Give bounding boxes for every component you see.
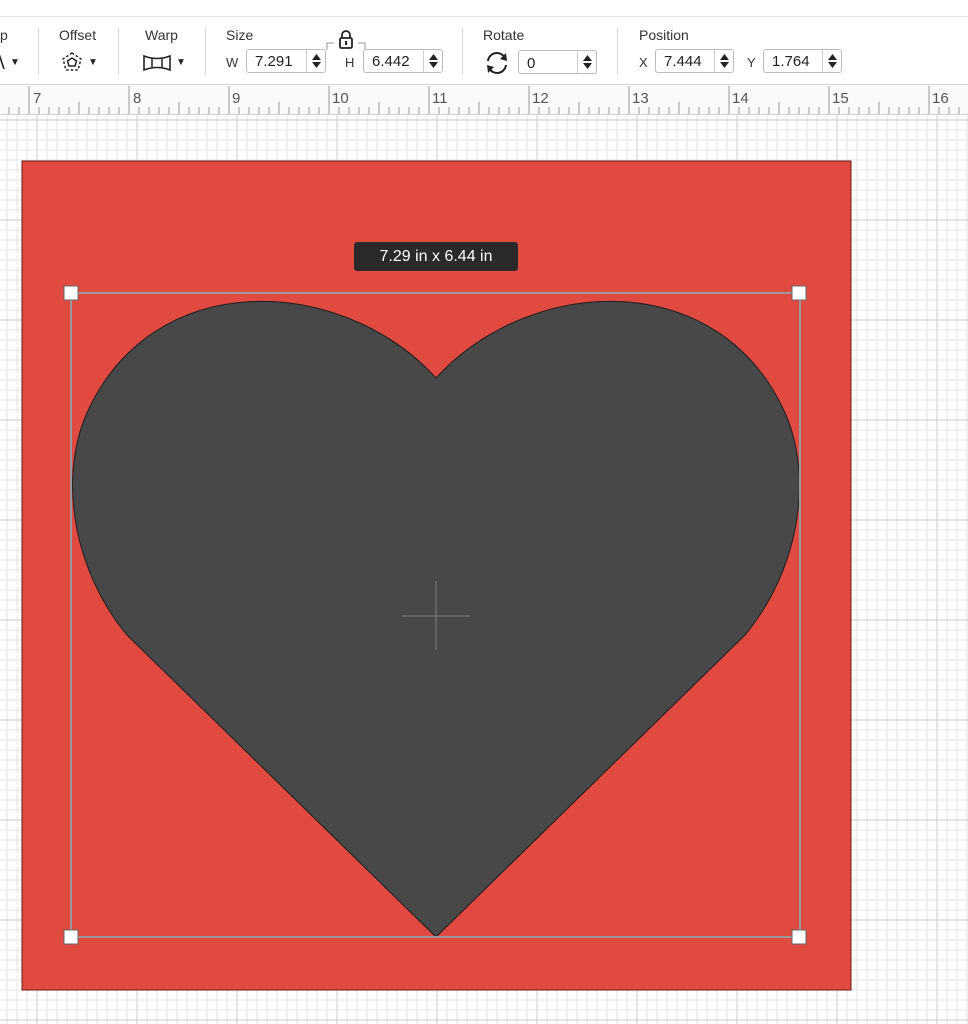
ruler-label: 14 <box>732 90 749 107</box>
resize-handle-top-left[interactable] <box>63 285 79 301</box>
position-x-value: 7.444 <box>664 53 702 70</box>
chevron-down-icon: ▼ <box>176 57 186 68</box>
ruler-label: 15 <box>832 90 849 107</box>
height-axis-label: H <box>345 55 355 70</box>
rotate-button[interactable] <box>484 51 510 75</box>
warp-label: Warp <box>145 27 178 43</box>
stepper-down-icon <box>582 63 592 69</box>
divider <box>462 27 463 75</box>
clipped-group-label: p <box>0 27 8 43</box>
ruler-label: 13 <box>632 90 649 107</box>
size-tooltip: 7.29 in x 6.44 in <box>354 242 518 271</box>
size-label: Size <box>226 27 254 43</box>
ruler-label: 11 <box>432 90 448 107</box>
window-top-strip <box>0 0 968 17</box>
rotate-value: 0 <box>527 55 536 72</box>
edit-toolbar: p ▼ Offset ▼ Warp ▼ Size W 7.291 H 6.442… <box>0 17 968 85</box>
lock-proportions[interactable] <box>326 29 366 51</box>
ruler-label: 10 <box>332 90 349 107</box>
clipped-group-icon <box>0 55 5 70</box>
width-value: 7.291 <box>255 53 293 70</box>
position-y-stepper[interactable] <box>822 50 841 72</box>
ruler-label: 8 <box>133 90 142 107</box>
stepper-down-icon <box>719 62 729 68</box>
resize-handle-bottom-left[interactable] <box>63 929 79 945</box>
height-value: 6.442 <box>372 53 410 70</box>
ruler-label: 12 <box>532 90 549 107</box>
position-label: Position <box>639 27 689 43</box>
chevron-down-icon: ▼ <box>88 57 98 68</box>
offset-label: Offset <box>59 27 97 43</box>
rotate-stepper[interactable] <box>577 51 596 73</box>
stepper-down-icon <box>311 62 321 68</box>
position-x-stepper[interactable] <box>714 50 733 72</box>
lock-icon <box>339 30 353 49</box>
rotate-label: Rotate <box>483 27 525 43</box>
ruler-label: 16 <box>932 90 949 107</box>
stepper-up-icon <box>827 54 837 60</box>
stepper-up-icon <box>428 54 438 60</box>
stepper-down-icon <box>827 62 837 68</box>
resize-handle-bottom-right[interactable] <box>791 929 807 945</box>
y-axis-label: Y <box>747 55 756 70</box>
warp-icon <box>143 54 171 72</box>
position-y-value: 1.764 <box>772 53 810 70</box>
rotate-icon <box>487 52 507 74</box>
offset-icon <box>62 52 82 71</box>
horizontal-ruler[interactable]: 7 8 9 10 11 12 13 14 15 16 <box>0 86 968 115</box>
x-axis-label: X <box>639 55 648 70</box>
ruler-label: 7 <box>33 90 42 107</box>
divider <box>38 27 39 75</box>
stepper-up-icon <box>311 54 321 60</box>
height-stepper[interactable] <box>423 50 442 72</box>
stepper-up-icon <box>719 54 729 60</box>
warp-button[interactable]: ▼ <box>142 51 186 75</box>
offset-button[interactable]: ▼ <box>60 51 98 75</box>
divider <box>118 27 119 75</box>
width-stepper[interactable] <box>306 50 325 72</box>
rotate-input[interactable]: 0 <box>518 50 597 74</box>
divider <box>617 27 618 75</box>
position-x-input[interactable]: 7.444 <box>655 49 734 73</box>
divider <box>205 27 206 75</box>
width-axis-label: W <box>226 55 239 70</box>
clipped-group-button[interactable]: ▼ <box>0 51 20 75</box>
position-y-input[interactable]: 1.764 <box>763 49 842 73</box>
height-input[interactable]: 6.442 <box>363 49 443 73</box>
width-input[interactable]: 7.291 <box>246 49 326 73</box>
chevron-down-icon: ▼ <box>10 57 20 68</box>
ruler-ticks <box>8 86 960 114</box>
stepper-up-icon <box>582 55 592 61</box>
ruler-label: 9 <box>232 90 241 107</box>
stepper-down-icon <box>428 62 438 68</box>
resize-handle-top-right[interactable] <box>791 285 807 301</box>
